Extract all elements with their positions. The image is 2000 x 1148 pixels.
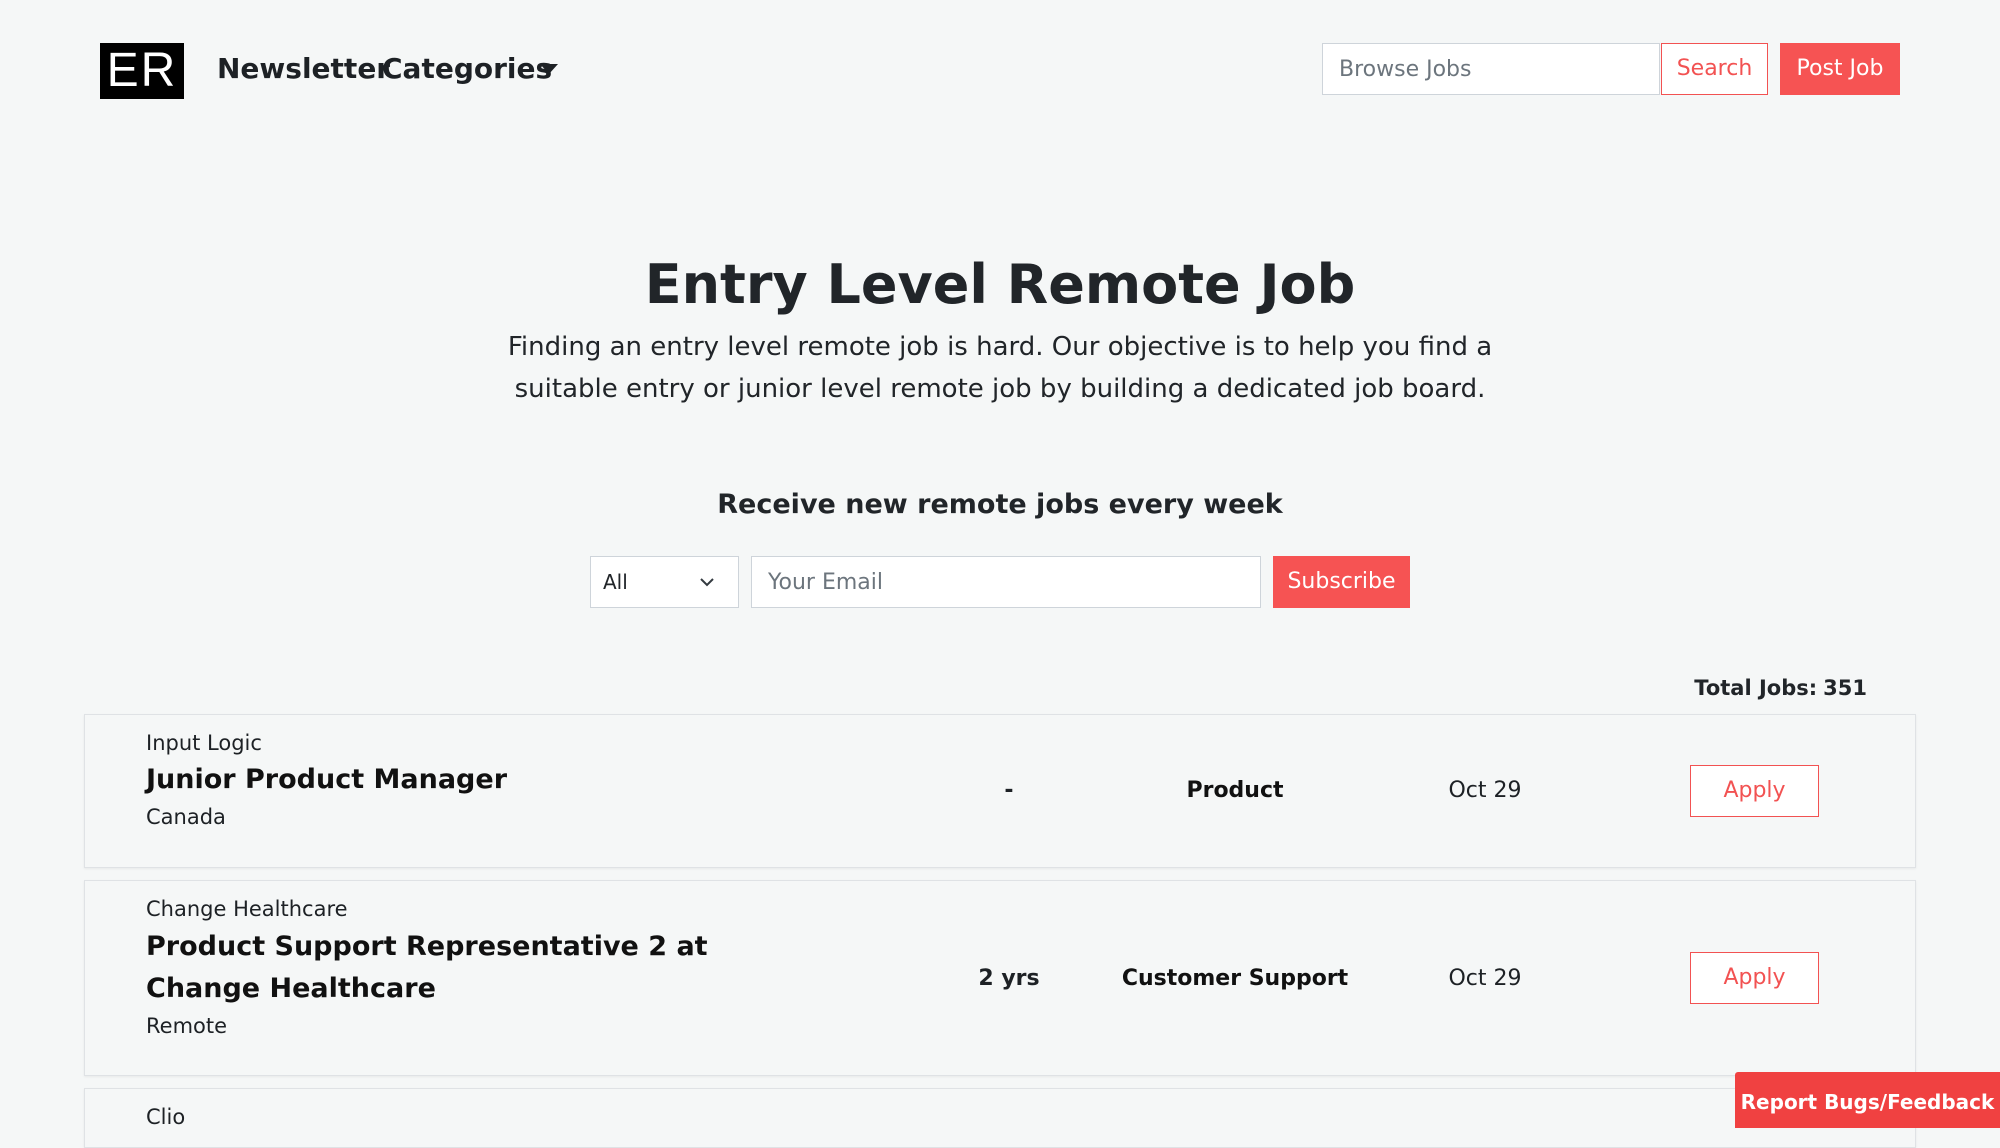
search-button[interactable]: Search bbox=[1661, 43, 1768, 95]
browse-jobs-input[interactable] bbox=[1322, 43, 1660, 95]
nav-categories-dropdown[interactable]: Categories bbox=[382, 49, 552, 89]
job-title[interactable]: Product Support Representative 2 at Chan… bbox=[146, 926, 766, 1010]
nav-newsletter-link[interactable]: Newsletter bbox=[217, 49, 390, 89]
job-category: Customer Support bbox=[1121, 966, 1349, 991]
category-select-value: All bbox=[603, 570, 628, 594]
job-date: Oct 29 bbox=[1448, 966, 1522, 991]
apply-button[interactable]: Apply bbox=[1690, 952, 1819, 1004]
total-jobs-count: Total Jobs: 351 bbox=[1688, 670, 1867, 706]
subscribe-heading: Receive new remote jobs every week bbox=[717, 489, 1283, 520]
job-row[interactable]: Change Healthcare Product Support Repres… bbox=[84, 880, 1916, 1076]
site-logo[interactable]: ER bbox=[100, 43, 184, 99]
job-location: Remote bbox=[146, 1014, 228, 1038]
total-jobs-label: Total Jobs: bbox=[1694, 676, 1818, 700]
subscribe-button[interactable]: Subscribe bbox=[1273, 556, 1410, 608]
email-field[interactable] bbox=[751, 556, 1261, 608]
caret-down-icon[interactable] bbox=[540, 64, 558, 74]
job-company: Input Logic bbox=[146, 731, 262, 755]
job-row[interactable]: Clio bbox=[84, 1088, 1916, 1148]
category-select[interactable]: All bbox=[590, 556, 739, 608]
total-jobs-value: 351 bbox=[1823, 676, 1867, 700]
job-category: Product bbox=[1186, 778, 1284, 803]
apply-button[interactable]: Apply bbox=[1690, 765, 1819, 817]
job-date: Oct 29 bbox=[1448, 778, 1522, 803]
report-feedback-button[interactable]: Report Bugs/Feedback bbox=[1735, 1072, 2000, 1128]
page-description: Finding an entry level remote job is har… bbox=[507, 332, 1493, 404]
job-title[interactable]: Junior Product Manager bbox=[146, 759, 766, 801]
job-company: Change Healthcare bbox=[146, 897, 348, 921]
page-title: Entry Level Remote Job bbox=[644, 253, 1356, 316]
chevron-down-icon bbox=[700, 578, 714, 587]
post-job-button[interactable]: Post Job bbox=[1780, 43, 1900, 95]
job-row[interactable]: Input Logic Junior Product Manager Canad… bbox=[84, 714, 1916, 868]
job-location: Canada bbox=[146, 805, 226, 829]
